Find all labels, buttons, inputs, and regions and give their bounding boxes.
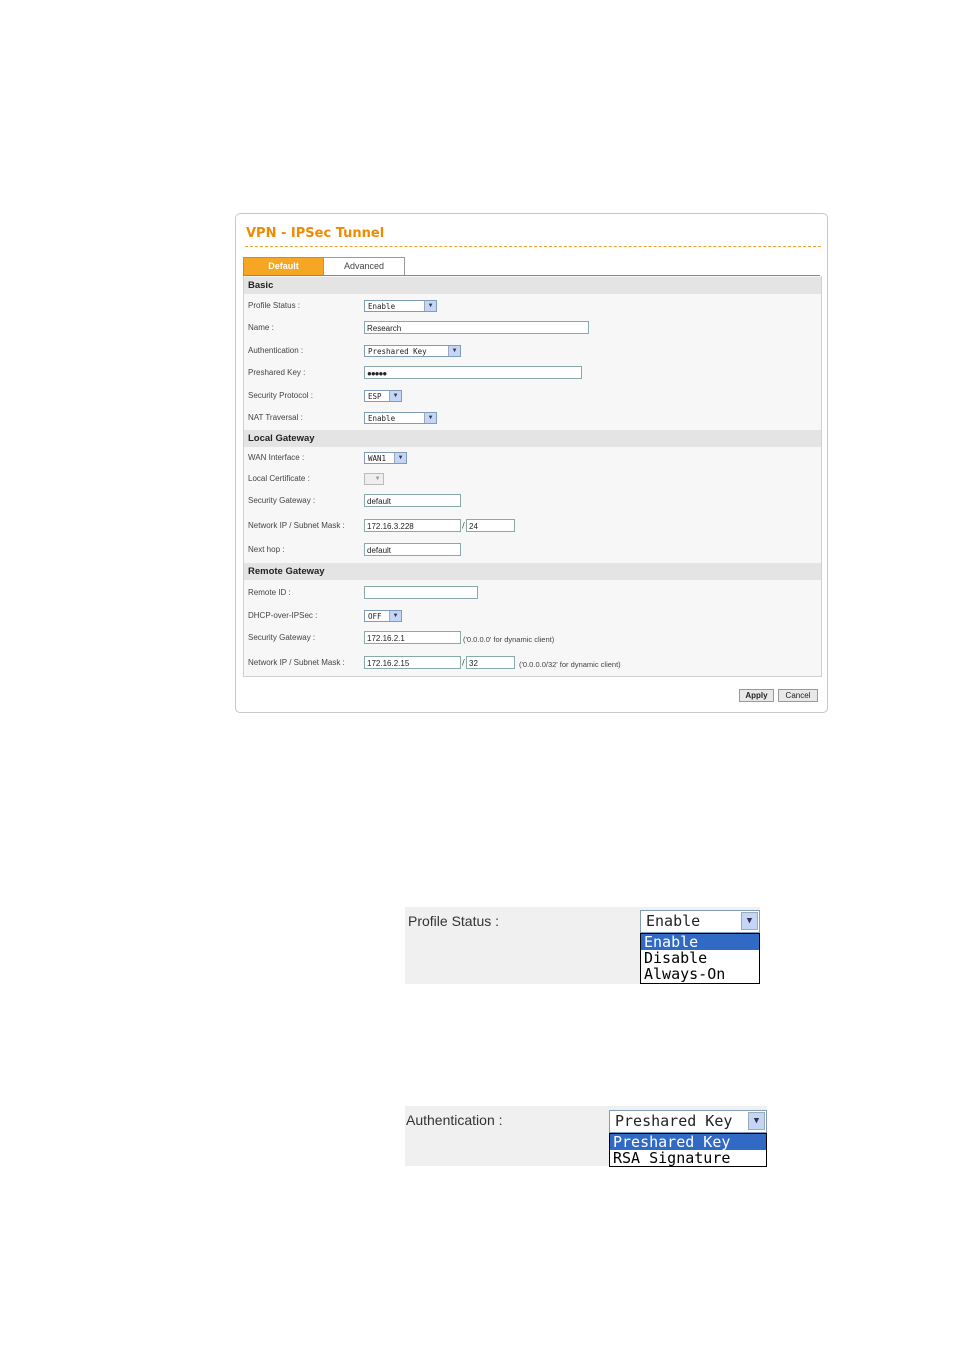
security-protocol-value: ESP [368, 392, 382, 401]
zoom-authentication-label: Authentication : [406, 1112, 503, 1128]
next-hop-field[interactable]: default [364, 543, 461, 556]
remote-id-label: Remote ID : [248, 588, 291, 597]
nat-traversal-label: NAT Traversal : [248, 413, 303, 422]
authentication-value: Preshared Key [368, 347, 427, 356]
tab-default[interactable]: Default [243, 257, 324, 276]
local-network-label: Network IP / Subnet Mask : [248, 521, 345, 530]
remote-security-gateway-field[interactable]: 172.16.2.1 [364, 631, 461, 644]
option-preshared-key[interactable]: Preshared Key [610, 1134, 766, 1150]
local-security-gateway-field[interactable]: default [364, 494, 461, 507]
zoom-profile-status-label: Profile Status : [408, 913, 500, 929]
option-rsa-signature[interactable]: RSA Signature [610, 1150, 766, 1166]
chevron-down-icon: ▼ [372, 474, 383, 484]
section-local-gateway: Local Gateway [244, 430, 821, 447]
remote-network-label: Network IP / Subnet Mask : [248, 658, 345, 667]
option-enable[interactable]: Enable [641, 934, 759, 950]
authentication-zoom: Authentication : Preshared Key ▼ Preshar… [405, 1106, 767, 1167]
remote-security-gateway-label: Security Gateway : [248, 633, 316, 642]
zoom-profile-status-select[interactable]: Enable ▼ [640, 910, 760, 933]
profile-status-zoom: Profile Status : Enable ▼ Enable Disable… [405, 907, 760, 984]
wan-interface-select[interactable]: WAN1 ▼ [364, 452, 407, 464]
subnet-slash: / [462, 521, 465, 530]
security-protocol-select[interactable]: ESP ▼ [364, 390, 402, 402]
local-network-ip-field[interactable]: 172.16.3.228 [364, 519, 461, 532]
local-subnet-mask-field[interactable]: 24 [466, 519, 515, 532]
page-title: VPN - IPSec Tunnel [246, 226, 385, 241]
title-divider [245, 246, 821, 247]
authentication-options: Preshared Key RSA Signature [609, 1133, 767, 1167]
chevron-down-icon: ▼ [424, 413, 436, 423]
cancel-button[interactable]: Cancel [778, 689, 818, 702]
preshared-key-field[interactable]: ●●●●● [364, 366, 582, 379]
chevron-down-icon: ▼ [424, 301, 436, 311]
form-body: Basic Profile Status : Enable ▼ Name : R… [243, 276, 822, 677]
zoom-authentication-value: Preshared Key [615, 1112, 733, 1130]
local-security-gateway-label: Security Gateway : [248, 496, 316, 505]
section-basic: Basic [244, 277, 821, 294]
chevron-down-icon: ▼ [448, 346, 460, 356]
next-hop-label: Next hop : [248, 545, 285, 554]
preshared-key-label: Preshared Key : [248, 368, 306, 377]
remote-id-field[interactable] [364, 586, 478, 599]
dhcp-over-ipsec-value: OFF [368, 612, 382, 621]
nat-traversal-select[interactable]: Enable ▼ [364, 412, 437, 424]
ipsec-panel: VPN - IPSec Tunnel Default Advanced Basi… [235, 213, 828, 713]
chevron-down-icon: ▼ [389, 391, 401, 401]
chevron-down-icon: ▼ [741, 912, 758, 930]
profile-status-value: Enable [368, 302, 396, 311]
remote-network-ip-field[interactable]: 172.16.2.15 [364, 656, 461, 669]
chevron-down-icon: ▼ [748, 1112, 765, 1130]
option-always-on[interactable]: Always-On [641, 966, 759, 982]
name-label: Name : [248, 323, 274, 332]
remote-network-hint: ('0.0.0.0/32' for dynamic client) [519, 660, 621, 669]
authentication-label: Authentication : [248, 346, 304, 355]
zoom-profile-status-value: Enable [646, 912, 701, 930]
authentication-select[interactable]: Preshared Key ▼ [364, 345, 461, 357]
profile-status-options: Enable Disable Always-On [640, 933, 760, 984]
tab-advanced[interactable]: Advanced [323, 257, 405, 275]
dhcp-over-ipsec-select[interactable]: OFF ▼ [364, 610, 402, 622]
remote-gateway-hint: ('0.0.0.0' for dynamic client) [463, 635, 555, 644]
chevron-down-icon: ▼ [389, 611, 401, 621]
chevron-down-icon: ▼ [394, 453, 406, 463]
section-remote-gateway: Remote Gateway [244, 563, 821, 580]
dhcp-over-ipsec-label: DHCP-over-IPSec : [248, 611, 318, 620]
zoom-authentication-select[interactable]: Preshared Key ▼ [609, 1110, 767, 1133]
profile-status-label: Profile Status : [248, 301, 301, 310]
nat-traversal-value: Enable [368, 414, 396, 423]
wan-interface-value: WAN1 [368, 454, 387, 463]
profile-status-select[interactable]: Enable ▼ [364, 300, 437, 312]
security-protocol-label: Security Protocol : [248, 391, 313, 400]
wan-interface-label: WAN Interface : [248, 453, 305, 462]
local-certificate-select[interactable]: ▼ [364, 473, 384, 485]
subnet-slash: / [462, 658, 465, 667]
apply-button[interactable]: Apply [739, 689, 774, 702]
local-certificate-label: Local Certificate : [248, 474, 310, 483]
name-field[interactable]: Research [364, 321, 589, 334]
option-disable[interactable]: Disable [641, 950, 759, 966]
remote-subnet-mask-field[interactable]: 32 [466, 656, 515, 669]
